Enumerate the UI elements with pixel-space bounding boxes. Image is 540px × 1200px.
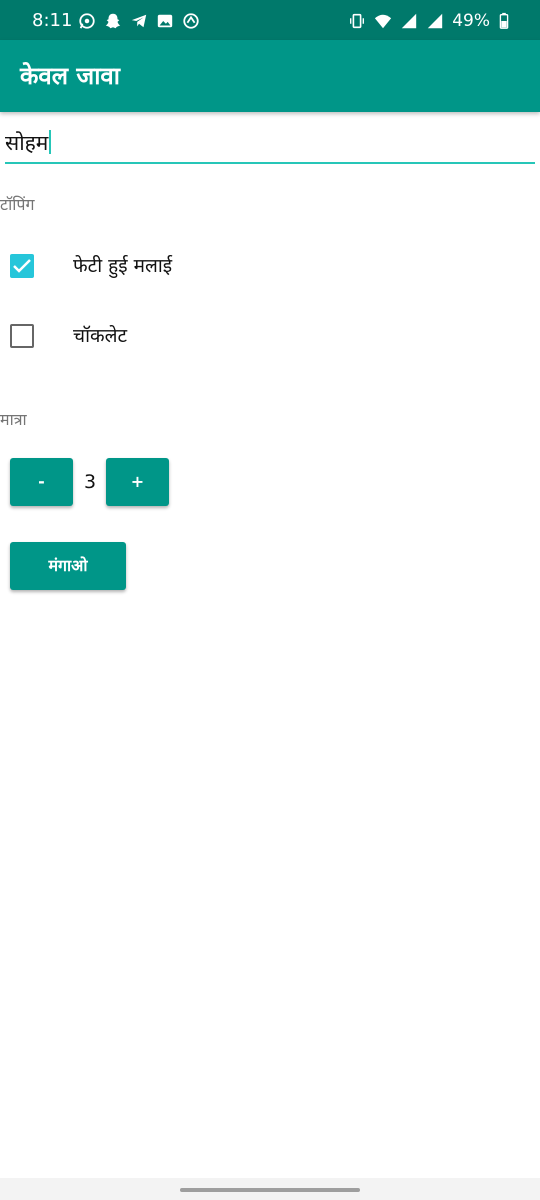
wifi-icon	[374, 12, 392, 30]
telegram-icon	[130, 12, 148, 30]
signal-icon	[400, 12, 418, 30]
status-bar: 8:11 49%	[0, 0, 540, 40]
status-time: 8:11	[32, 10, 73, 31]
decrement-button[interactable]: -	[10, 458, 73, 506]
chocolate-checkbox[interactable]	[10, 324, 34, 348]
toppings-label: टॉपिंग	[0, 195, 35, 214]
battery-icon	[498, 12, 510, 30]
navigation-bar	[0, 1178, 540, 1200]
topping-chocolate[interactable]: चॉकलेट	[10, 320, 410, 356]
increment-button[interactable]: +	[106, 458, 169, 506]
vibrate-icon	[348, 12, 366, 30]
notification-icons	[78, 11, 200, 31]
sync-icon	[182, 12, 200, 30]
gallery-icon	[156, 12, 174, 30]
app-bar: केवल जावा	[0, 40, 540, 112]
quantity-label: मात्रा	[0, 410, 27, 429]
whatsapp-icon	[78, 12, 96, 30]
system-icons: 49%	[348, 10, 510, 32]
name-input-value[interactable]: सोहम	[5, 128, 52, 158]
whipped-cream-checkbox[interactable]	[10, 254, 34, 278]
name-input[interactable]: सोहम	[5, 126, 535, 164]
home-gesture-handle[interactable]	[180, 1188, 360, 1192]
text-cursor	[49, 130, 52, 154]
order-button[interactable]: मंगाओ	[10, 542, 126, 590]
name-text: सोहम	[5, 131, 49, 155]
battery-level: 49%	[452, 11, 490, 31]
signal-icon	[426, 12, 444, 30]
snapchat-icon	[104, 12, 122, 30]
whipped-cream-label: फेटी हुई मलाई	[73, 255, 173, 277]
topping-whipped-cream[interactable]: फेटी हुई मलाई	[10, 250, 410, 286]
quantity-value: 3	[83, 471, 97, 493]
app-title: केवल जावा	[20, 62, 120, 90]
chocolate-label: चॉकलेट	[73, 325, 128, 347]
